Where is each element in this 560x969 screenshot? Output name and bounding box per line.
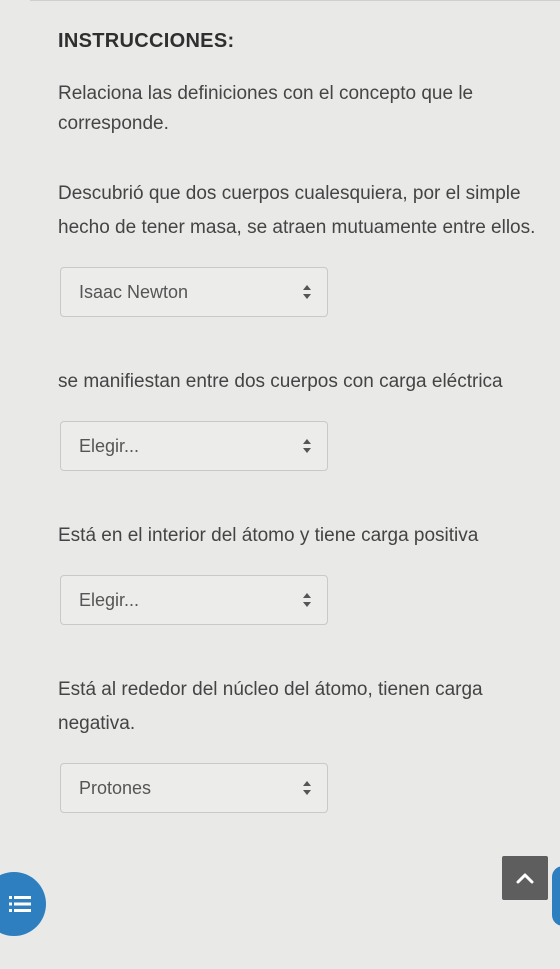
select-arrows-icon: [303, 593, 311, 607]
list-icon: [9, 896, 31, 912]
select-arrows-icon: [303, 781, 311, 795]
chevron-up-icon: [516, 873, 534, 884]
question-1-selected-value: Isaac Newton: [79, 282, 189, 302]
top-divider: [30, 0, 560, 1]
question-2-select[interactable]: Elegir...: [60, 421, 328, 471]
scroll-to-top-button[interactable]: [502, 856, 548, 900]
quiz-content: INSTRUCCIONES: Relaciona las definicione…: [58, 30, 538, 861]
side-drawer-handle[interactable]: [552, 866, 560, 926]
question-4-selected-value: Protones: [79, 778, 152, 798]
question-2: se manifiestan entre dos cuerpos con car…: [58, 365, 538, 471]
instructions-heading: INSTRUCCIONES:: [58, 30, 235, 52]
question-3-select[interactable]: Elegir...: [60, 575, 328, 625]
question-2-definition: se manifiestan entre dos cuerpos con car…: [58, 371, 503, 392]
question-1-definition: Descubrió que dos cuerpos cualesquiera, …: [58, 183, 536, 238]
question-3-selected-value: Elegir...: [79, 590, 140, 610]
question-1: Descubrió que dos cuerpos cualesquiera, …: [58, 177, 538, 317]
question-4: Está al rededor del núcleo del átomo, ti…: [58, 673, 538, 813]
question-4-definition: Está al rededor del núcleo del átomo, ti…: [58, 679, 483, 734]
select-arrows-icon: [303, 285, 311, 299]
select-arrows-icon: [303, 439, 311, 453]
question-3-definition: Está en el interior del átomo y tiene ca…: [58, 525, 479, 546]
question-3: Está en el interior del átomo y tiene ca…: [58, 519, 538, 625]
question-2-selected-value: Elegir...: [79, 436, 140, 456]
question-1-select[interactable]: Isaac Newton: [60, 267, 328, 317]
menu-button[interactable]: [0, 872, 46, 936]
instructions-text: Relaciona las definiciones con el concep…: [58, 83, 474, 134]
question-4-select[interactable]: Protones: [60, 763, 328, 813]
